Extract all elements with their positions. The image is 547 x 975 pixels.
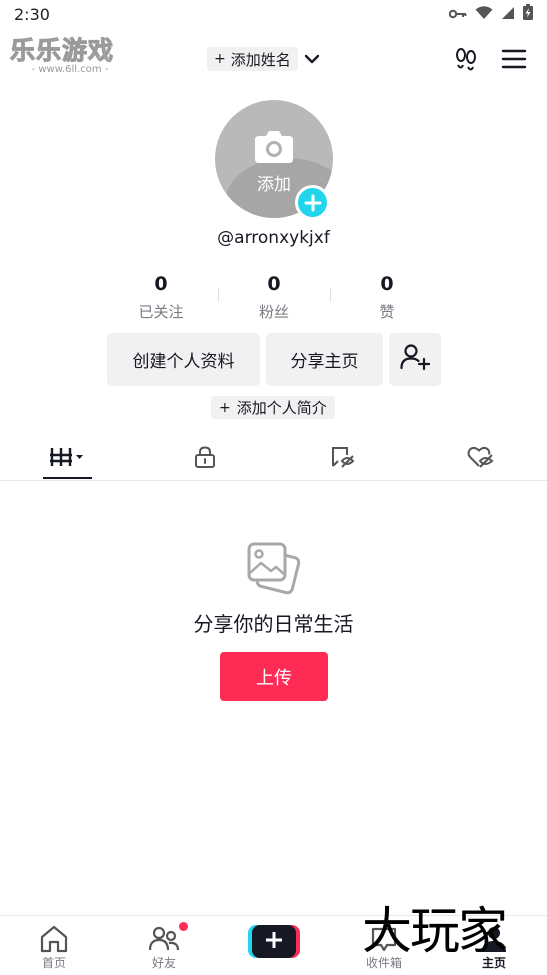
add-bio-plus: + (219, 399, 231, 416)
add-bio-label: 添加个人简介 (236, 399, 327, 417)
edit-profile-button[interactable]: 创建个人资料 (107, 333, 260, 386)
nav-friends[interactable]: 好友 (124, 916, 204, 975)
share-profile-button[interactable]: 分享主页 (266, 333, 383, 386)
add-bio-button[interactable]: + 添加个人简介 (211, 396, 335, 419)
tab-liked[interactable] (456, 437, 505, 480)
videos-grid-icon (49, 446, 87, 472)
home-icon (39, 925, 69, 953)
photos-icon (245, 540, 303, 600)
add-friend-button[interactable] (389, 333, 441, 386)
favorites-icon (330, 445, 356, 473)
add-name-plus: + (214, 51, 226, 67)
stat-divider (330, 288, 331, 302)
upload-button[interactable]: 上传 (220, 652, 328, 701)
watermark-logo: 乐乐游戏 - www.6ll.com - (10, 36, 130, 76)
battery-charging-icon (523, 4, 533, 24)
plus-icon (265, 931, 283, 953)
key-icon (448, 5, 467, 24)
tab-active-indicator (43, 477, 92, 479)
cell-signal-icon (501, 5, 515, 24)
stat-likes-value: 0 (380, 273, 394, 295)
wifi-icon (475, 5, 493, 24)
watermark-title: 乐乐游戏 (10, 36, 115, 66)
stat-followers-value: 0 (267, 273, 281, 295)
chevron-down-icon[interactable] (303, 51, 321, 67)
liked-icon (467, 445, 495, 473)
stat-followers[interactable]: 0 粉丝 (219, 271, 329, 322)
tab-private[interactable] (180, 437, 229, 480)
tab-videos[interactable] (43, 437, 92, 480)
username: @arronxykjxf (217, 228, 330, 248)
stat-likes[interactable]: 0 赞 (332, 271, 442, 322)
create-button[interactable] (248, 925, 300, 958)
friends-notification-dot (179, 922, 188, 931)
status-bar: 2:30 (0, 0, 547, 28)
add-friend-icon (400, 343, 431, 376)
footprints-icon[interactable] (452, 45, 480, 73)
create-button-center (252, 925, 296, 958)
friends-icon (148, 925, 180, 953)
menu-icon[interactable] (500, 46, 528, 72)
profile-tabs (0, 437, 547, 481)
private-lock-icon (193, 445, 217, 473)
nav-friends-label: 好友 (151, 956, 176, 970)
empty-state-title: 分享你的日常生活 (193, 612, 354, 636)
nav-home[interactable]: 首页 (14, 916, 94, 975)
stat-following-label: 已关注 (138, 303, 184, 321)
tab-favorites[interactable] (318, 437, 367, 480)
stat-likes-label: 赞 (379, 303, 395, 321)
status-icons (448, 4, 533, 24)
watermark-bottom: 大玩家 (362, 902, 508, 960)
stat-followers-label: 粉丝 (258, 303, 289, 321)
add-name-label: 添加姓名 (230, 50, 291, 69)
nav-home-label: 首页 (41, 956, 66, 970)
add-name-button[interactable]: + 添加姓名 (207, 47, 298, 71)
status-time: 2:30 (14, 4, 50, 24)
camera-icon (254, 130, 294, 168)
stat-following[interactable]: 0 已关注 (106, 271, 216, 322)
stat-following-value: 0 (154, 273, 168, 295)
add-avatar-plus-icon[interactable] (295, 185, 330, 220)
